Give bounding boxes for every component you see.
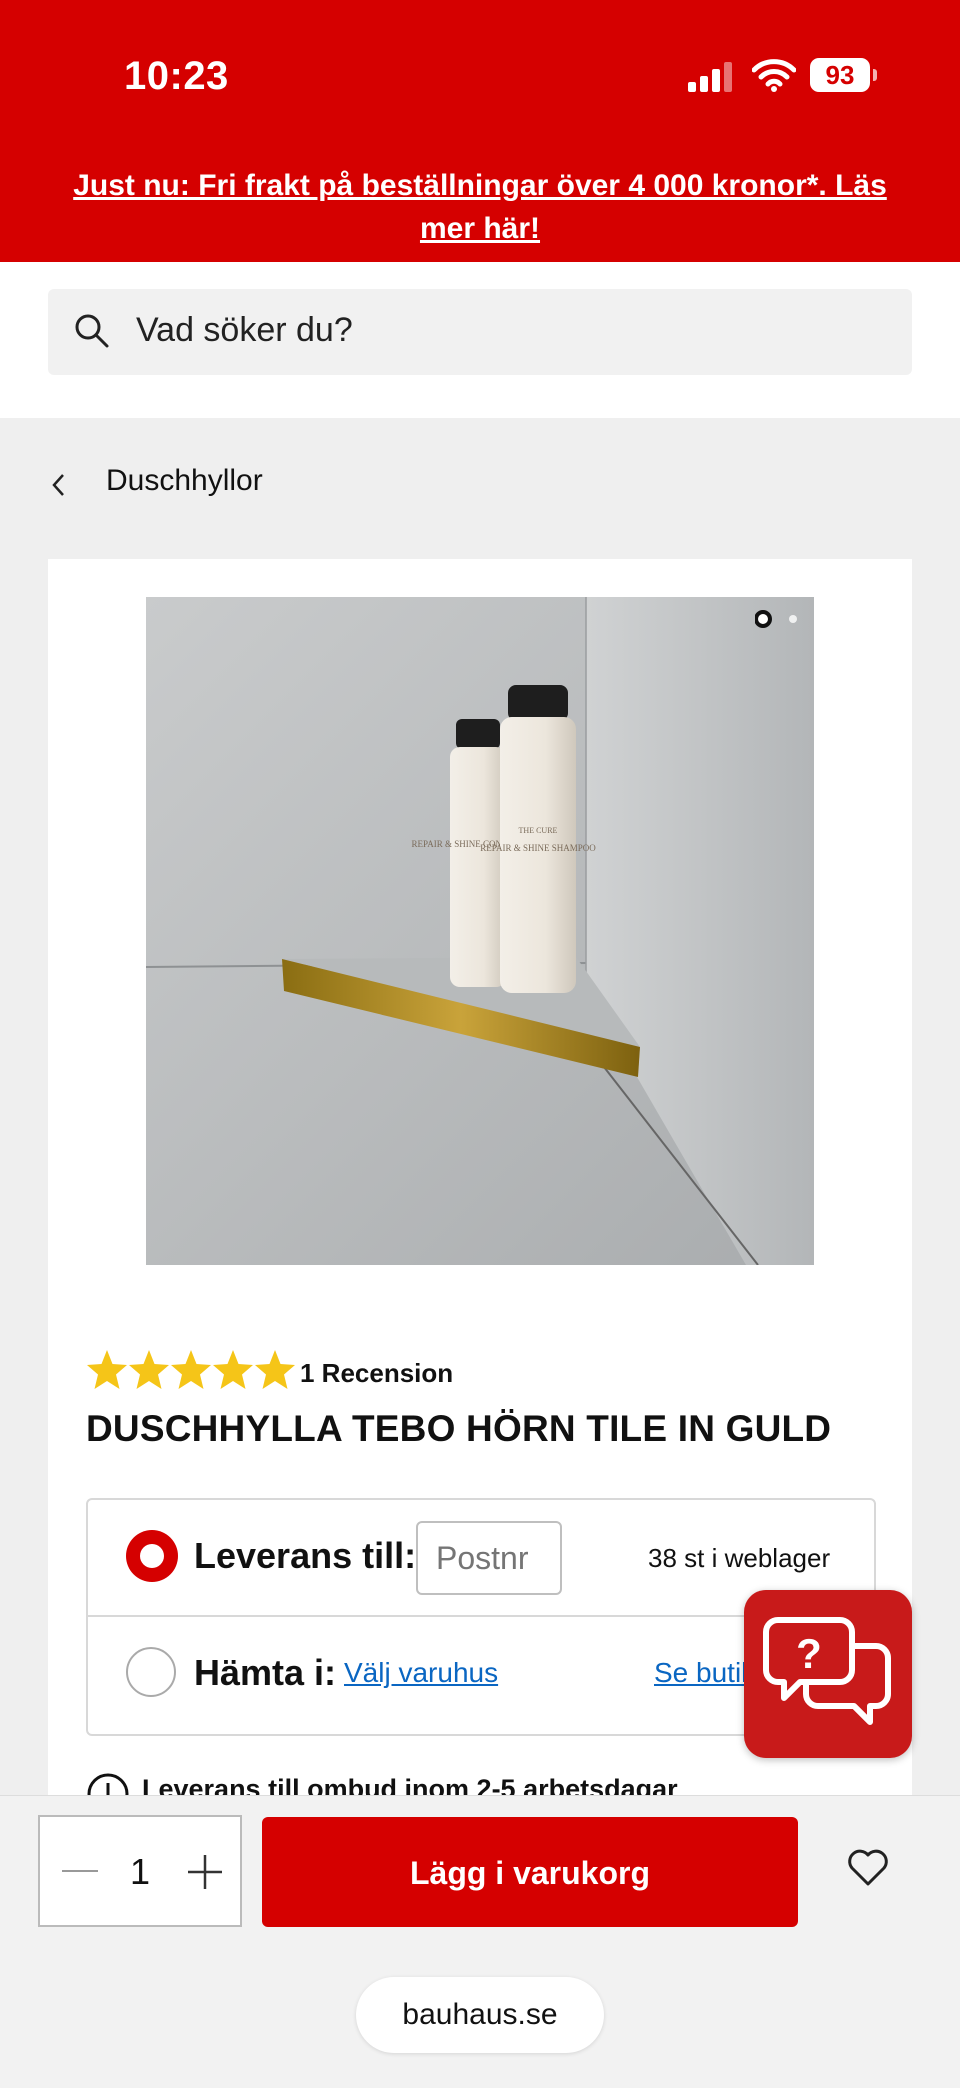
cellular-signal-icon	[688, 62, 732, 92]
chat-support-button[interactable]: ?	[744, 1590, 912, 1758]
search-placeholder: Vad söker du?	[136, 311, 353, 349]
star-rating[interactable]	[86, 1348, 296, 1396]
promo-banner: Just nu: Fri frakt på beställningar över…	[0, 150, 960, 262]
battery-cap-icon	[873, 69, 877, 81]
status-bar: 10:23 93	[0, 0, 960, 150]
see-store-link[interactable]: Se butik	[654, 1657, 755, 1689]
breadcrumb-back-link[interactable]: Duschhyllor	[106, 464, 263, 498]
pickup-radio[interactable]	[126, 1647, 176, 1697]
product-title: DUSCHHYLLA TEBO HÖRN TILE IN GULD	[86, 1408, 832, 1449]
review-count[interactable]: 1 Recension	[300, 1358, 453, 1389]
star-icon	[171, 1350, 211, 1389]
search-bar-container: Vad söker du?	[0, 262, 960, 418]
search-icon	[75, 314, 109, 348]
web-stock-status: 38 st i weblager	[648, 1543, 831, 1573]
star-icon	[87, 1350, 127, 1389]
wifi-icon	[752, 59, 796, 92]
svg-text:?: ?	[796, 1630, 822, 1677]
image-carousel-dots[interactable]	[755, 609, 805, 629]
status-time: 10:23	[124, 54, 229, 98]
pickup-label: Hämta i:	[194, 1652, 337, 1693]
plus-icon[interactable]	[186, 1853, 224, 1891]
chat-bubbles-icon: ?	[763, 1617, 891, 1725]
product-photo: REPAIR & SHINE CONDITIONER THE CURE REPA…	[146, 597, 814, 1265]
delivery-radio-selected[interactable]	[126, 1530, 178, 1582]
bottle-right-brand: THE CURE	[519, 826, 558, 835]
promo-banner-link[interactable]: Just nu: Fri frakt på beställningar över…	[0, 150, 960, 250]
quantity-stepper[interactable]: 1	[38, 1815, 242, 1927]
bottle-right-label: REPAIR & SHINE SHAMPOO	[480, 843, 596, 853]
product-image[interactable]: REPAIR & SHINE CONDITIONER THE CURE REPA…	[146, 597, 814, 1265]
battery-indicator: 93	[810, 58, 870, 92]
chevron-left-icon[interactable]	[50, 472, 66, 498]
star-icon	[213, 1350, 253, 1389]
postcode-input[interactable]	[416, 1521, 562, 1595]
add-to-cart-button[interactable]: Lägg i varukorg	[262, 1817, 798, 1927]
choose-store-link[interactable]: Välj varuhus	[344, 1657, 498, 1689]
browser-url-bar[interactable]: bauhaus.se	[356, 1977, 604, 2053]
star-icon	[129, 1350, 169, 1389]
heart-icon[interactable]	[846, 1848, 890, 1888]
search-input[interactable]: Vad söker du?	[48, 289, 912, 375]
star-icon	[255, 1350, 295, 1389]
delivery-label: Leverans till:	[194, 1535, 417, 1576]
